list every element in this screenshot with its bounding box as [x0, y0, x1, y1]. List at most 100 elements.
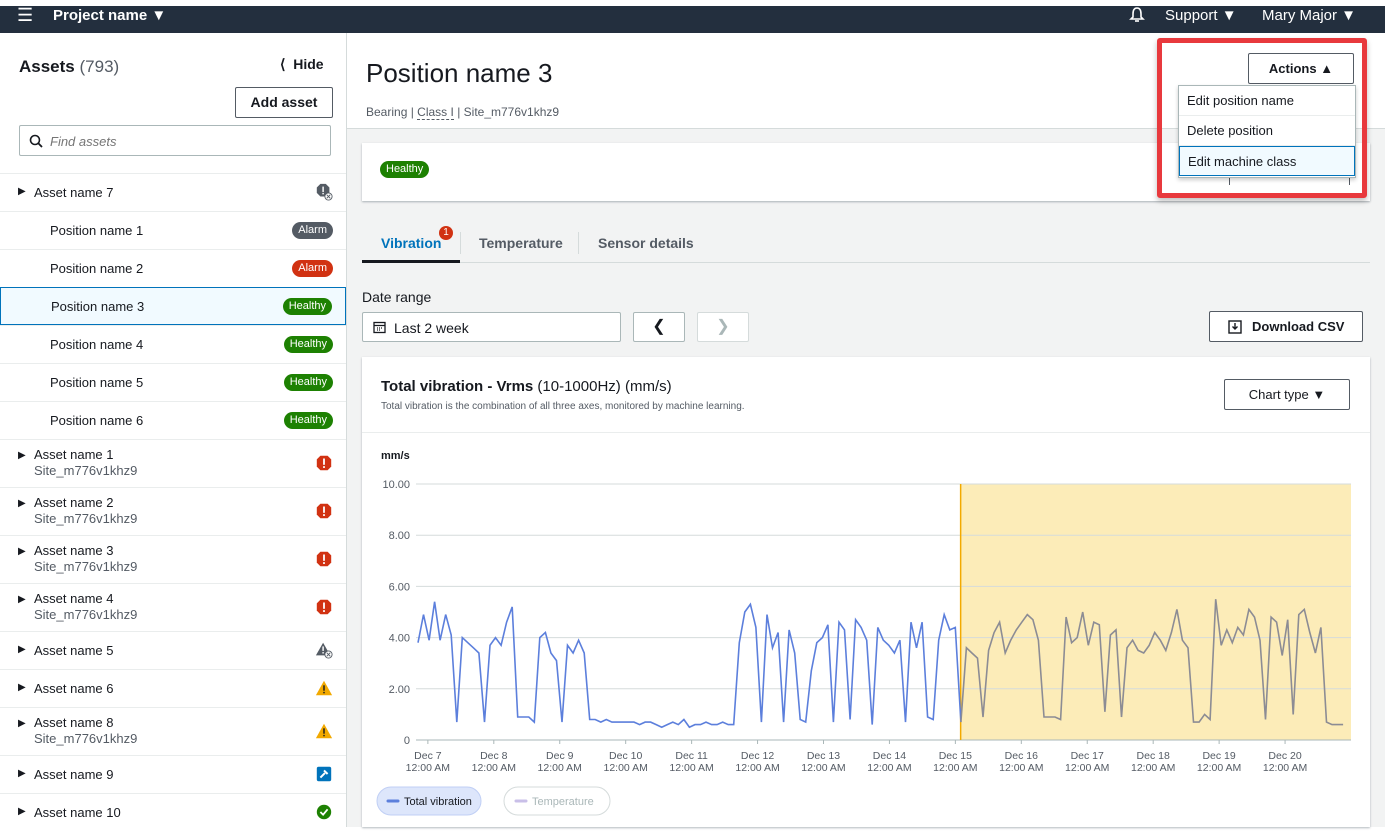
- project-selector[interactable]: Project name ▼: [53, 7, 166, 24]
- expand-caret-icon[interactable]: ▶: [18, 682, 26, 693]
- position-list-item[interactable]: Position name 2 Alarm: [0, 249, 346, 287]
- wrench-icon: [316, 766, 332, 782]
- asset-name: Asset name 9: [34, 767, 114, 782]
- status-badge: Healthy: [380, 161, 430, 178]
- top-navigation-bar: ☰ Project name ▼ Support ▼ Mary Major ▼: [0, 0, 1385, 33]
- asset-name: Asset name 10: [34, 805, 121, 820]
- y-tick-label: 6.00: [389, 581, 410, 593]
- hide-sidebar-button[interactable]: ⟨ Hide: [280, 56, 324, 73]
- content-area: Healthy Vibration 1 Temperature Sensor d…: [347, 129, 1385, 827]
- asset-list-item[interactable]: ▶ Asset name 5: [0, 631, 346, 669]
- expand-caret-icon[interactable]: ▶: [18, 644, 26, 655]
- date-range-value: Last 2 week: [394, 320, 469, 336]
- next-range-button[interactable]: ❯: [697, 312, 749, 342]
- asset-list-item[interactable]: ▶ Asset name 10: [0, 793, 346, 831]
- site-name: Site_m776v1khz9: [463, 105, 560, 119]
- chart-title-metric: Total vibration - Vrms: [381, 378, 534, 395]
- chart-title-units: (10-1000Hz) (mm/s): [533, 378, 672, 395]
- expand-caret-icon[interactable]: ▶: [18, 186, 26, 197]
- calendar-icon: [373, 321, 386, 334]
- tab-temperature[interactable]: Temperature: [479, 235, 563, 251]
- position-name: Position name 1: [50, 223, 144, 238]
- asset-site: Site_m776v1khz9: [34, 559, 138, 574]
- expand-caret-icon[interactable]: ▶: [18, 718, 26, 729]
- x-tick-date: Dec 7: [414, 750, 442, 762]
- x-tick-time: 12:00 AM: [867, 762, 911, 774]
- position-list-item[interactable]: Position name 4 Healthy: [0, 325, 346, 363]
- status-badge: Healthy: [283, 412, 333, 429]
- asset-list-item[interactable]: ▶ Asset name 7: [0, 173, 346, 211]
- y-tick-label: 4.00: [389, 633, 410, 645]
- assets-count: (793): [79, 57, 120, 76]
- x-tick-time: 12:00 AM: [801, 762, 845, 774]
- asset-list-item[interactable]: ▶ Asset name 3 Site_m776v1khz9: [0, 535, 346, 583]
- legend-total-vibration-label: Total vibration: [404, 796, 472, 808]
- status-badge: Alarm: [292, 260, 333, 277]
- x-tick-time: 12:00 AM: [735, 762, 779, 774]
- expand-caret-icon[interactable]: ▶: [18, 450, 26, 461]
- support-menu[interactable]: Support ▼: [1165, 7, 1237, 24]
- x-tick-date: Dec 13: [807, 750, 840, 762]
- hamburger-icon[interactable]: ☰: [17, 5, 33, 25]
- tab-sensor-details[interactable]: Sensor details: [598, 235, 694, 251]
- x-tick-time: 12:00 AM: [603, 762, 647, 774]
- x-tick-date: Dec 14: [873, 750, 906, 762]
- asset-site: Site_m776v1khz9: [34, 607, 138, 622]
- expand-caret-icon[interactable]: ▶: [18, 546, 26, 557]
- position-list-item[interactable]: Position name 6 Healthy: [0, 401, 346, 439]
- alarm-icon: [316, 503, 332, 519]
- x-tick-time: 12:00 AM: [1065, 762, 1109, 774]
- find-assets-search[interactable]: [19, 125, 331, 156]
- asset-list-item[interactable]: ▶ Asset name 4 Site_m776v1khz9: [0, 583, 346, 631]
- asset-list-item[interactable]: ▶ Asset name 2 Site_m776v1khz9: [0, 487, 346, 535]
- x-tick-time: 12:00 AM: [669, 762, 713, 774]
- chart-title: Total vibration - Vrms (10-1000Hz) (mm/s…: [381, 378, 672, 395]
- date-range-picker[interactable]: Last 2 week: [362, 312, 621, 342]
- x-tick-time: 12:00 AM: [538, 762, 582, 774]
- asset-list-item[interactable]: ▶ Asset name 9: [0, 755, 346, 793]
- expand-caret-icon[interactable]: ▶: [18, 768, 26, 779]
- tab-vibration[interactable]: Vibration: [381, 235, 441, 251]
- asset-name: Asset name 7: [34, 185, 114, 200]
- machine-class[interactable]: Class I: [417, 105, 454, 120]
- bell-icon[interactable]: [1128, 6, 1146, 24]
- position-list-item[interactable]: Position name 5 Healthy: [0, 363, 346, 401]
- download-icon: [1228, 320, 1242, 334]
- x-tick-date: Dec 19: [1202, 750, 1235, 762]
- x-tick-time: 12:00 AM: [472, 762, 516, 774]
- asset-list-item[interactable]: ▶ Asset name 8 Site_m776v1khz9: [0, 707, 346, 755]
- status-badge: Alarm: [292, 222, 333, 239]
- chart-type-button[interactable]: Chart type ▼: [1224, 379, 1350, 410]
- legend-temperature-label: Temperature: [532, 796, 594, 808]
- asset-list-item[interactable]: ▶ Asset name 6: [0, 669, 346, 707]
- add-asset-button[interactable]: Add asset: [235, 87, 333, 118]
- asset-site: Site_m776v1khz9: [34, 463, 138, 478]
- status-badge: Healthy: [282, 298, 332, 315]
- x-tick-date: Dec 9: [546, 750, 574, 762]
- user-menu[interactable]: Mary Major ▼: [1262, 7, 1356, 24]
- position-name: Position name 5: [50, 375, 144, 390]
- position-list-item[interactable]: Position name 1 Alarm: [0, 211, 346, 249]
- vibration-chart-card: Total vibration - Vrms (10-1000Hz) (mm/s…: [362, 357, 1370, 827]
- download-csv-button[interactable]: Download CSV: [1209, 311, 1363, 342]
- previous-range-button[interactable]: ❮: [633, 312, 685, 342]
- position-name: Position name 6: [50, 413, 144, 428]
- asset-list-item[interactable]: ▶ Asset name 1 Site_m776v1khz9: [0, 439, 346, 487]
- asset-name: Asset name 2: [34, 495, 114, 510]
- position-list-item[interactable]: Position name 3 Healthy: [0, 287, 346, 325]
- y-tick-label: 2.00: [389, 684, 410, 696]
- x-tick-date: Dec 18: [1137, 750, 1170, 762]
- expand-caret-icon[interactable]: ▶: [18, 806, 26, 817]
- assets-heading: Assets (793): [19, 57, 119, 77]
- chart-description: Total vibration is the combination of al…: [381, 401, 745, 412]
- date-range-label: Date range: [362, 289, 432, 305]
- expand-caret-icon[interactable]: ▶: [18, 594, 26, 605]
- vibration-line-chart[interactable]: mm/s02.004.006.008.0010.00Dec 712:00 AMD…: [362, 433, 1370, 827]
- search-input[interactable]: [50, 131, 320, 151]
- y-tick-label: 8.00: [389, 530, 410, 542]
- x-tick-date: Dec 16: [1005, 750, 1038, 762]
- asset-name: Asset name 6: [34, 681, 114, 696]
- annotation-highlight-box: [1157, 38, 1367, 198]
- expand-caret-icon[interactable]: ▶: [18, 498, 26, 509]
- alarm-icon: [316, 599, 332, 615]
